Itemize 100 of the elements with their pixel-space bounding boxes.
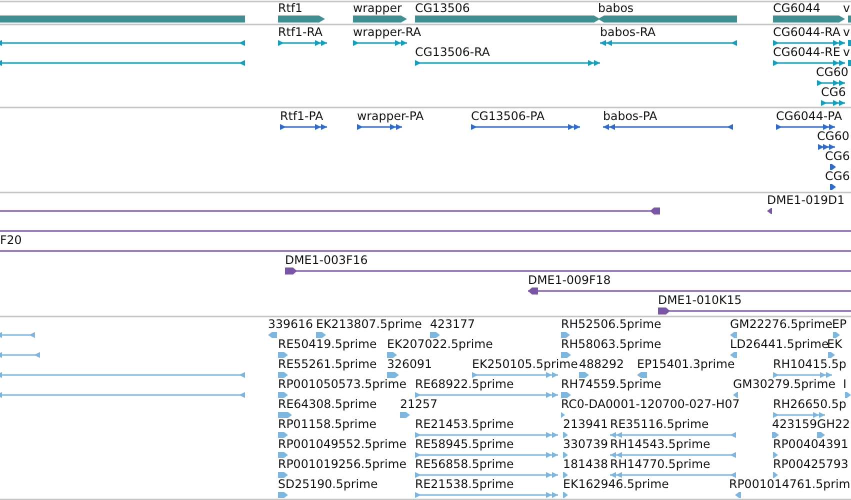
est-label[interactable]: RH10415.5p <box>773 357 846 371</box>
est-glyph[interactable] <box>610 452 736 458</box>
est-glyph[interactable] <box>610 432 736 438</box>
est-label[interactable]: RH26650.5p <box>773 397 846 411</box>
protein-glyph[interactable] <box>603 124 733 130</box>
est-glyph[interactable] <box>579 372 589 378</box>
est-label[interactable]: RP00425793 <box>773 457 848 471</box>
est-glyph[interactable] <box>561 352 571 358</box>
est-label[interactable]: RE50419.5prime <box>278 337 377 351</box>
est-glyph[interactable] <box>0 352 40 358</box>
est-glyph[interactable] <box>278 452 288 458</box>
gene-label[interactable]: CG13506 <box>415 1 470 15</box>
gene-bar[interactable] <box>353 16 407 22</box>
protein-glyph[interactable] <box>280 124 327 130</box>
protein-label[interactable]: CG6 <box>825 169 850 183</box>
est-glyph[interactable] <box>730 332 737 338</box>
est-label[interactable]: EK207022.5prime <box>387 337 493 351</box>
gene-label[interactable]: Rtf1 <box>278 1 302 15</box>
est-label[interactable]: RP001049552.5prime <box>278 437 406 451</box>
transcript-label[interactable]: CG6044-RE <box>773 45 840 59</box>
est-label[interactable]: 339616 <box>268 317 314 331</box>
gene-label[interactable]: v <box>843 1 850 15</box>
est-label[interactable]: 423177 <box>430 317 476 331</box>
est-label[interactable]: RE58945.5prime <box>415 437 514 451</box>
protein-glyph[interactable] <box>818 144 835 150</box>
protein-glyph[interactable] <box>830 164 836 170</box>
clone-glyph[interactable] <box>0 208 660 214</box>
est-glyph[interactable] <box>278 352 288 358</box>
clone-label[interactable]: DME1-019D1 <box>767 193 845 207</box>
est-label[interactable]: EP <box>832 317 847 331</box>
clone-label[interactable]: F20 <box>0 233 22 247</box>
clone-glyph[interactable] <box>285 268 851 274</box>
est-label[interactable]: RH52506.5prime <box>561 317 662 331</box>
protein-label[interactable]: Rtf1-PA <box>280 109 324 123</box>
est-label[interactable]: RH14543.5prime <box>610 437 710 451</box>
protein-label[interactable]: CG60 <box>817 129 850 143</box>
est-label[interactable]: RP00404391 <box>773 437 848 451</box>
transcript-glyph[interactable] <box>415 60 600 66</box>
est-label[interactable]: RE55261.5prime <box>278 357 377 371</box>
est-glyph[interactable] <box>610 472 736 478</box>
est-glyph[interactable] <box>400 412 410 418</box>
est-glyph[interactable] <box>733 392 738 398</box>
protein-glyph[interactable] <box>471 124 580 130</box>
clone-glyph[interactable] <box>767 208 772 214</box>
est-glyph[interactable] <box>561 412 565 418</box>
protein-glyph[interactable] <box>357 124 402 130</box>
est-label[interactable]: RE56858.5prime <box>415 457 514 471</box>
est-label[interactable]: RE21453.5prime <box>415 417 514 431</box>
est-label[interactable]: I <box>843 377 846 391</box>
transcript-label[interactable]: CG6 <box>821 85 846 99</box>
protein-label[interactable]: wrapper-PA <box>357 109 424 123</box>
est-glyph[interactable] <box>563 492 568 498</box>
est-glyph[interactable] <box>415 392 558 398</box>
est-label[interactable]: RE35116.5prime <box>610 417 709 431</box>
est-label[interactable]: 423159 <box>772 417 818 431</box>
est-label[interactable]: RH14770.5prime <box>610 457 710 471</box>
est-glyph[interactable] <box>278 372 288 378</box>
est-label[interactable]: 21257 <box>400 397 438 411</box>
est-glyph[interactable] <box>773 452 778 458</box>
transcript-label[interactable]: CG6044-RA <box>773 25 840 39</box>
transcript-glyph[interactable] <box>773 60 845 66</box>
protein-label[interactable]: CG13506-PA <box>471 109 545 123</box>
transcript-label[interactable]: Rtf1-RA <box>278 25 323 39</box>
clone-label[interactable]: DME1-009F18 <box>528 273 611 287</box>
clone-label[interactable]: DME1-003F16 <box>285 253 368 267</box>
est-label[interactable]: EK213807.5prime <box>316 317 422 331</box>
est-glyph[interactable] <box>773 472 778 478</box>
est-glyph[interactable] <box>845 392 851 398</box>
clone-glyph[interactable] <box>528 288 851 294</box>
est-label[interactable]: LD26441.5prime <box>730 337 829 351</box>
est-label[interactable]: 488292 <box>579 357 624 371</box>
est-glyph[interactable] <box>316 332 326 338</box>
est-glyph[interactable] <box>278 492 288 498</box>
gene-bar[interactable] <box>598 16 737 22</box>
est-label[interactable]: RE68922.5prime <box>415 377 514 391</box>
est-glyph[interactable] <box>833 332 840 338</box>
est-glyph[interactable] <box>773 412 825 418</box>
est-glyph[interactable] <box>430 332 440 338</box>
transcript-label[interactable]: CG13506-RA <box>415 45 490 59</box>
protein-glyph[interactable] <box>830 184 836 190</box>
gene-label[interactable]: CG6044 <box>773 1 820 15</box>
transcript-glyph[interactable] <box>600 40 737 46</box>
est-glyph[interactable] <box>828 352 835 358</box>
est-glyph[interactable] <box>472 372 558 378</box>
transcript-label[interactable]: CG60 <box>816 65 848 79</box>
transcript-glyph[interactable] <box>773 40 845 46</box>
protein-label[interactable]: babos-PA <box>603 109 658 123</box>
est-glyph[interactable] <box>268 332 277 338</box>
est-glyph[interactable] <box>0 372 245 378</box>
est-glyph[interactable] <box>278 412 292 418</box>
protein-label[interactable]: CG6044-PA <box>776 109 842 123</box>
est-glyph[interactable] <box>561 392 571 398</box>
gene-bar[interactable] <box>278 16 325 22</box>
est-label[interactable]: EK <box>827 337 842 351</box>
est-glyph[interactable] <box>817 432 825 438</box>
est-label[interactable]: RH58063.5prime <box>561 337 662 351</box>
est-glyph[interactable] <box>772 432 779 438</box>
transcript-glyph[interactable] <box>817 80 845 86</box>
transcript-label[interactable]: babos-RA <box>600 25 656 39</box>
transcript-glyph[interactable] <box>821 100 845 106</box>
